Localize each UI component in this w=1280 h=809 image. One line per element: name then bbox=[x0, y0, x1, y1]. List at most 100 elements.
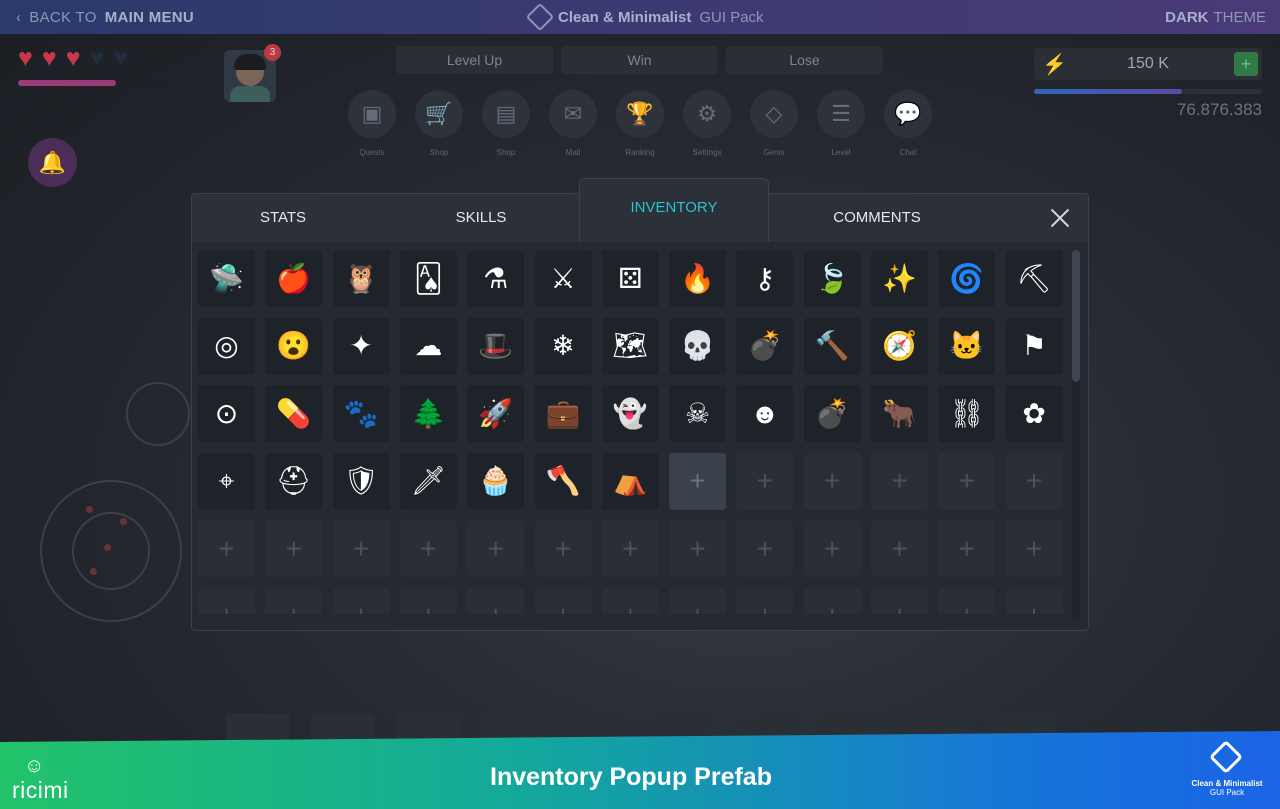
target-icon[interactable]: ⌖ bbox=[198, 452, 255, 510]
ufo-icon[interactable]: 🛸 bbox=[198, 250, 255, 307]
fire-icon[interactable]: 🔥 bbox=[669, 250, 727, 307]
win-button[interactable]: Win bbox=[561, 46, 718, 74]
cauldron-icon[interactable]: ⚗ bbox=[467, 250, 525, 307]
nav-item-quests[interactable]: ▣ Quests bbox=[348, 90, 396, 157]
tree-icon[interactable]: 🌲 bbox=[399, 385, 457, 442]
empty-slot-plus-icon[interactable]: + bbox=[803, 520, 861, 577]
orbit-icon[interactable]: ⊙ bbox=[198, 385, 255, 442]
poison-bottle-icon[interactable]: ☠ bbox=[669, 385, 727, 442]
key-icon[interactable]: ⚷ bbox=[736, 250, 794, 307]
nav-item-chat[interactable]: 💬 Chat bbox=[884, 90, 932, 157]
magic-staff-icon[interactable]: ✦ bbox=[332, 317, 390, 375]
pickaxe-icon[interactable]: ⛏ bbox=[1005, 250, 1063, 307]
empty-slot-plus-icon[interactable]: + bbox=[871, 520, 928, 577]
close-icon[interactable] bbox=[1050, 208, 1070, 228]
empty-slot-plus-icon[interactable]: + bbox=[399, 520, 457, 577]
empty-slot-plus-icon[interactable]: + bbox=[938, 452, 996, 510]
handcuffs-icon[interactable]: ⛓ bbox=[938, 385, 996, 442]
suitcase-icon[interactable]: 💼 bbox=[534, 385, 592, 442]
tab-comments[interactable]: COMMENTS bbox=[812, 194, 942, 242]
empty-slot-plus-icon[interactable]: + bbox=[534, 520, 592, 577]
empty-slot-plus-icon[interactable]: + bbox=[736, 520, 794, 577]
empty-slot-plus-icon[interactable]: + bbox=[669, 587, 727, 614]
empty-slot-plus-icon[interactable]: + bbox=[399, 587, 457, 614]
tab-inventory[interactable]: INVENTORY bbox=[579, 178, 769, 242]
scrollbar-thumb[interactable] bbox=[1072, 250, 1080, 382]
empty-slot-plus-icon[interactable]: + bbox=[669, 520, 727, 577]
viking-helmet-icon[interactable]: ⛺ bbox=[601, 452, 659, 510]
scythe-icon[interactable]: ⚔ bbox=[534, 250, 592, 307]
empty-slot-plus-icon[interactable]: + bbox=[265, 520, 323, 577]
leaf-icon[interactable]: 🍃 bbox=[803, 250, 861, 307]
ghost-icon[interactable]: 👻 bbox=[601, 385, 659, 442]
nav-item-shop[interactable]: 🛒 Shop bbox=[415, 90, 463, 157]
empty-slot-plus-icon[interactable]: + bbox=[1005, 587, 1063, 614]
nav-item-shop[interactable]: ▤ Shop bbox=[482, 90, 530, 157]
witch-hat-icon[interactable]: 🎩 bbox=[467, 317, 525, 375]
zombie-face-icon[interactable]: ☻ bbox=[736, 385, 794, 442]
empty-slot-plus-icon[interactable]: + bbox=[198, 520, 255, 577]
empty-slot-plus-icon[interactable]: + bbox=[534, 587, 592, 614]
flower-icon[interactable]: ✿ bbox=[1005, 385, 1063, 442]
rocket-icon[interactable]: 🚀 bbox=[467, 385, 525, 442]
axe-icon[interactable]: 🪓 bbox=[534, 452, 592, 510]
tab-stats[interactable]: STATS bbox=[228, 194, 338, 242]
bell-icon[interactable]: 🔔 bbox=[28, 138, 77, 187]
empty-slot-plus-icon[interactable]: + bbox=[198, 587, 255, 614]
cupcake-icon[interactable]: 🧁 bbox=[467, 452, 525, 510]
dice-icon[interactable]: ⚄ bbox=[601, 250, 659, 307]
empty-slot-plus-icon[interactable]: + bbox=[736, 452, 794, 510]
empty-slot-plus-icon[interactable]: + bbox=[1005, 520, 1063, 577]
add-energy-button[interactable]: + bbox=[1234, 52, 1258, 76]
tab-skills[interactable]: SKILLS bbox=[426, 194, 536, 242]
empty-slot-plus-icon[interactable]: + bbox=[601, 520, 659, 577]
cannon-icon[interactable]: 💣 bbox=[736, 317, 794, 375]
surprised-face-icon[interactable]: 😮 bbox=[265, 317, 323, 375]
empty-slot-plus-icon[interactable]: + bbox=[1005, 452, 1063, 510]
empty-slot-plus-icon[interactable]: + bbox=[938, 520, 996, 577]
pills-icon[interactable]: 💊 bbox=[265, 385, 323, 442]
nav-item-level[interactable]: ☰ Level bbox=[817, 90, 865, 157]
shield-icon[interactable]: 🛡 bbox=[332, 452, 390, 510]
apple-icon[interactable]: 🍎 bbox=[265, 250, 323, 307]
scrollbar[interactable] bbox=[1072, 250, 1080, 620]
owl-icon[interactable]: 🦉 bbox=[332, 250, 390, 307]
nav-item-ranking[interactable]: 🏆 Ranking bbox=[616, 90, 664, 157]
lose-button[interactable]: Lose bbox=[726, 46, 883, 74]
empty-slot-plus-icon[interactable]: + bbox=[332, 520, 390, 577]
cards-icon[interactable]: 🂡 bbox=[399, 250, 457, 307]
bull-skull-icon[interactable]: 🐂 bbox=[871, 385, 928, 442]
theme-toggle[interactable]: DARK THEME bbox=[1165, 0, 1266, 34]
paw-icon[interactable]: 🐾 bbox=[332, 385, 390, 442]
snowflake-icon[interactable]: ❄ bbox=[534, 317, 592, 375]
nav-item-mail[interactable]: ✉ Mail bbox=[549, 90, 597, 157]
empty-slot-plus-icon[interactable]: + bbox=[871, 452, 928, 510]
empty-slot-plus-icon[interactable]: + bbox=[669, 452, 727, 510]
compass-icon[interactable]: 🧭 bbox=[871, 317, 928, 375]
cat-icon[interactable]: 🐱 bbox=[938, 317, 996, 375]
empty-slot-plus-icon[interactable]: + bbox=[332, 587, 390, 614]
empty-slot-plus-icon[interactable]: + bbox=[601, 587, 659, 614]
empty-slot-plus-icon[interactable]: + bbox=[467, 587, 525, 614]
bomb-icon[interactable]: 💣 bbox=[803, 385, 861, 442]
empty-slot-plus-icon[interactable]: + bbox=[803, 452, 861, 510]
empty-slot-plus-icon[interactable]: + bbox=[467, 520, 525, 577]
empty-slot-plus-icon[interactable]: + bbox=[803, 587, 861, 614]
skull-icon[interactable]: 💀 bbox=[669, 317, 727, 375]
swirl-icon[interactable]: 🌀 bbox=[938, 250, 996, 307]
empty-slot-plus-icon[interactable]: + bbox=[736, 587, 794, 614]
treasure-map-icon[interactable]: 🗺 bbox=[601, 317, 659, 375]
sword-icon[interactable]: 🗡 bbox=[399, 452, 457, 510]
knight-helmet-icon[interactable]: ⛑ bbox=[265, 452, 323, 510]
back-to-main-menu-button[interactable]: ‹ BACK TO MAIN MENU bbox=[16, 0, 194, 34]
magic-wand-icon[interactable]: ✨ bbox=[871, 250, 928, 307]
empty-slot-plus-icon[interactable]: + bbox=[265, 587, 323, 614]
spiral-icon[interactable]: ◎ bbox=[198, 317, 255, 375]
nav-item-gems[interactable]: ◇ Gems bbox=[750, 90, 798, 157]
hammer-icon[interactable]: 🔨 bbox=[803, 317, 861, 375]
level-up-button[interactable]: Level Up bbox=[396, 46, 553, 74]
nav-item-settings[interactable]: ⚙ Settings bbox=[683, 90, 731, 157]
empty-slot-plus-icon[interactable]: + bbox=[871, 587, 928, 614]
flag-icon[interactable]: ⚑ bbox=[1005, 317, 1063, 375]
empty-slot-plus-icon[interactable]: + bbox=[938, 587, 996, 614]
